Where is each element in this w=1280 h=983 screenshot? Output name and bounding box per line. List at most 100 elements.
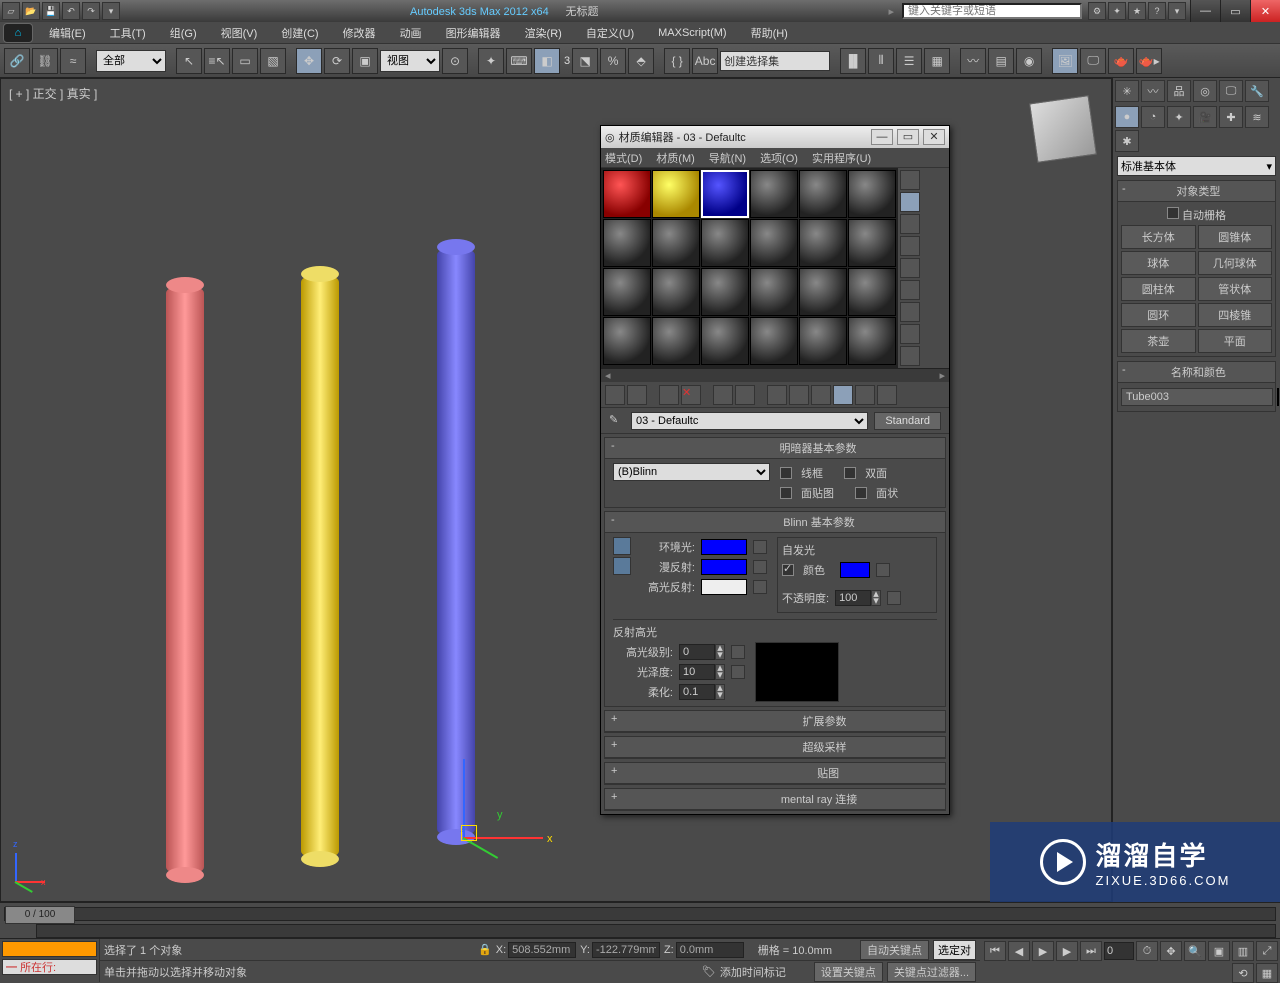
btn-box[interactable]: 长方体 (1121, 225, 1196, 249)
timeline-ruler[interactable] (36, 924, 1276, 938)
material-slot-22[interactable] (750, 317, 798, 365)
named-sel-abc-icon[interactable]: Abc (692, 48, 718, 74)
qat-more-icon[interactable]: ▾ (102, 2, 120, 20)
percent-snap-icon[interactable]: % (600, 48, 626, 74)
autokey-button[interactable]: 自动关键点 (860, 940, 929, 960)
select-icon[interactable]: ↖ (176, 48, 202, 74)
app-menu-icon[interactable]: ⌂ (3, 23, 33, 43)
material-slot-14[interactable] (652, 268, 700, 316)
search-chevron-icon[interactable]: ▸ (888, 5, 894, 18)
autogrid-checkbox[interactable] (1167, 207, 1179, 219)
tab-create-icon[interactable]: ✳ (1115, 80, 1139, 102)
manipulate-icon[interactable]: ✦ (478, 48, 504, 74)
menu-rendering[interactable]: 渲染(R) (513, 22, 574, 44)
matmenu-options[interactable]: 选项(O) (760, 150, 798, 166)
pivot-icon[interactable]: ⊙ (442, 48, 468, 74)
material-slot-19[interactable] (603, 317, 651, 365)
setkey-button[interactable]: 设置关键点 (814, 962, 883, 982)
reset-map-icon[interactable]: ✕ (681, 385, 701, 405)
menu-maxscript[interactable]: MAXScript(M) (646, 24, 738, 42)
go-parent-icon[interactable] (855, 385, 875, 405)
help-search-input[interactable] (902, 3, 1082, 19)
render-icon[interactable]: 🫖 (1108, 48, 1134, 74)
nav-fov-icon[interactable]: ▥ (1232, 941, 1254, 961)
nav-pan-icon[interactable]: ✥ (1160, 941, 1182, 961)
material-slot-15[interactable] (701, 268, 749, 316)
twosided-checkbox[interactable] (844, 467, 856, 479)
btn-cone[interactable]: 圆锥体 (1198, 225, 1273, 249)
get-material-icon[interactable] (605, 385, 625, 405)
matwin-maximize[interactable]: ▭ (897, 129, 919, 145)
primitive-category-select[interactable]: 标准基本体▾ (1117, 156, 1276, 176)
schematic-icon[interactable]: ▤ (988, 48, 1014, 74)
material-slot-1[interactable] (603, 170, 651, 218)
scale-icon[interactable]: ▣ (352, 48, 378, 74)
menu-grapheditors[interactable]: 图形编辑器 (434, 22, 513, 44)
make-preview-icon[interactable] (900, 280, 920, 300)
selfillum-swatch[interactable] (840, 562, 870, 578)
gloss-map-button[interactable] (731, 665, 745, 679)
material-name-select[interactable]: 03 - Defaultc (631, 412, 868, 430)
specular-swatch[interactable] (701, 579, 747, 595)
nav-zoom-icon[interactable]: 🔍 (1184, 941, 1206, 961)
spinner-snap-icon[interactable]: ⬘ (628, 48, 654, 74)
mirror-icon[interactable]: ▐▌ (840, 48, 866, 74)
background-icon[interactable] (900, 214, 920, 234)
select-by-mat-icon[interactable] (900, 324, 920, 344)
assign-to-sel-icon[interactable] (659, 385, 679, 405)
tab-utilities-icon[interactable]: 🔧 (1245, 80, 1269, 102)
cat-systems-icon[interactable]: ✱ (1115, 130, 1139, 152)
backlight-icon[interactable] (900, 192, 920, 212)
faceted-checkbox[interactable] (855, 487, 867, 499)
material-slot-24[interactable] (848, 317, 896, 365)
selfillum-map-button[interactable] (876, 563, 890, 577)
wire-checkbox[interactable] (780, 467, 792, 479)
material-slot-23[interactable] (799, 317, 847, 365)
bind-spacewarp-icon[interactable]: ≈ (60, 48, 86, 74)
btn-sphere[interactable]: 球体 (1121, 251, 1196, 275)
align-icon[interactable]: ⫴ (868, 48, 894, 74)
mat-map-nav-icon[interactable] (900, 346, 920, 366)
qat-new-icon[interactable]: ▱ (2, 2, 20, 20)
tab-display-icon[interactable]: 🖵 (1219, 80, 1243, 102)
tab-modify-icon[interactable]: 〰 (1141, 80, 1165, 102)
options-icon[interactable] (900, 302, 920, 322)
facemap-checkbox[interactable] (780, 487, 792, 499)
sample-type-icon[interactable] (900, 170, 920, 190)
show-end-result-icon[interactable] (833, 385, 853, 405)
viewport-label[interactable]: [ + ] 正交 ] 真实 ] (9, 85, 97, 102)
shader-type-select[interactable]: (B)Blinn (613, 463, 770, 481)
material-slot-13[interactable] (603, 268, 651, 316)
material-editor-window[interactable]: ◎ 材质编辑器 - 03 - Defaultc — ▭ ✕ 模式(D) 材质(M… (600, 125, 950, 815)
move-gizmo[interactable]: z x y (443, 739, 573, 849)
qat-open-icon[interactable]: 📂 (22, 2, 40, 20)
material-slot-21[interactable] (701, 317, 749, 365)
maxscript-mini-listener[interactable] (2, 941, 97, 957)
diffuse-swatch[interactable] (701, 559, 747, 575)
material-slot-7[interactable] (603, 219, 651, 267)
window-crossing-icon[interactable]: ▧ (260, 48, 286, 74)
matmenu-modes[interactable]: 模式(D) (605, 150, 642, 166)
coord-y-input[interactable] (592, 942, 660, 958)
tab-hierarchy-icon[interactable]: 品 (1167, 80, 1191, 102)
help-icon[interactable]: ? (1148, 2, 1166, 20)
material-slot-6[interactable] (848, 170, 896, 218)
layers-icon[interactable]: ☰ (896, 48, 922, 74)
time-tag-icon[interactable]: 🏷 (702, 965, 716, 978)
ambient-map-button[interactable] (753, 540, 767, 554)
diffuse-map-button[interactable] (753, 560, 767, 574)
mat-id-icon[interactable] (789, 385, 809, 405)
cat-geometry-icon[interactable]: ● (1115, 106, 1139, 128)
angle-snap-icon[interactable]: ⬔ (572, 48, 598, 74)
btn-cylinder[interactable]: 圆柱体 (1121, 277, 1196, 301)
diff-spec-lock-icon[interactable] (613, 557, 631, 575)
put-to-scene-icon[interactable] (627, 385, 647, 405)
cat-lights-icon[interactable]: ✦ (1167, 106, 1191, 128)
object-color-swatch[interactable] (1277, 388, 1279, 406)
time-slider-thumb[interactable]: 0 / 100 (5, 906, 75, 924)
material-type-button[interactable]: Standard (874, 412, 941, 430)
edit-named-sel-icon[interactable]: { } (664, 48, 690, 74)
link-icon[interactable]: 🔗 (4, 48, 30, 74)
make-copy-icon[interactable] (713, 385, 733, 405)
matmenu-utilities[interactable]: 实用程序(U) (812, 150, 871, 166)
